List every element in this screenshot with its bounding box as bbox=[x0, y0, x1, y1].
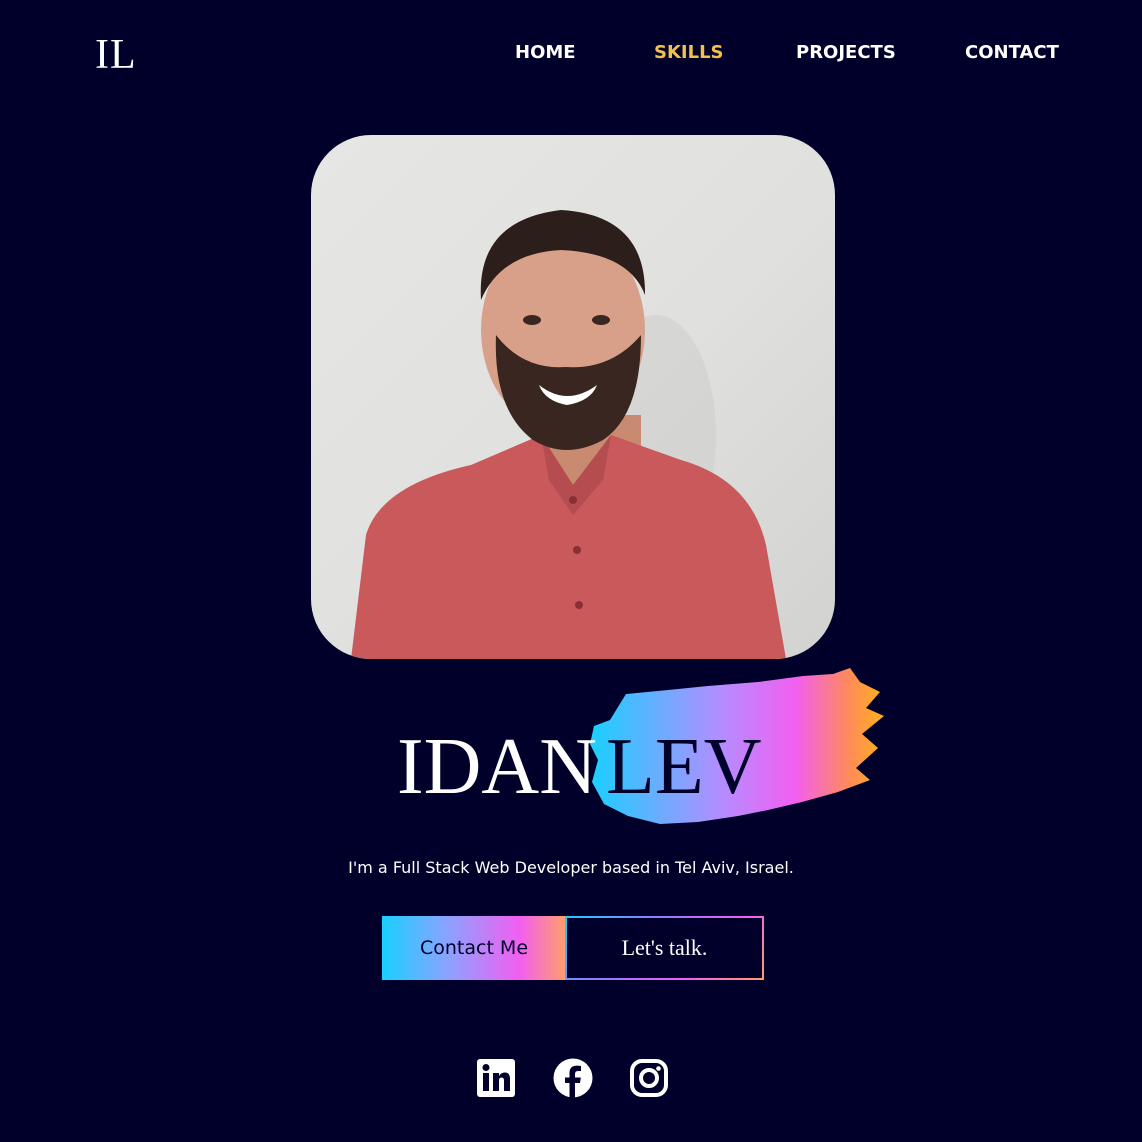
main-nav: HOME SKILLS PROJECTS CONTACT bbox=[0, 41, 1142, 67]
nav-skills-link[interactable]: SKILLS bbox=[654, 41, 724, 65]
linkedin-icon[interactable] bbox=[476, 1058, 516, 1098]
first-name: IDAN bbox=[397, 723, 597, 811]
hero-name: IDAN LEV bbox=[0, 722, 1142, 812]
lets-talk-button[interactable]: Let's talk. bbox=[565, 916, 764, 980]
facebook-icon[interactable] bbox=[553, 1058, 593, 1098]
profile-photo bbox=[311, 135, 835, 659]
instagram-icon[interactable] bbox=[629, 1058, 669, 1098]
lets-talk-label: Let's talk. bbox=[567, 918, 762, 978]
last-name: LEV bbox=[606, 723, 762, 811]
nav-projects-link[interactable]: PROJECTS bbox=[796, 41, 896, 65]
tagline: I'm a Full Stack Web Developer based in … bbox=[348, 858, 794, 877]
nav-contact-link[interactable]: CONTACT bbox=[965, 41, 1059, 65]
nav-home-link[interactable]: HOME bbox=[515, 41, 576, 65]
portrait-illustration bbox=[351, 210, 786, 659]
contact-me-button[interactable]: Contact Me bbox=[382, 916, 566, 980]
